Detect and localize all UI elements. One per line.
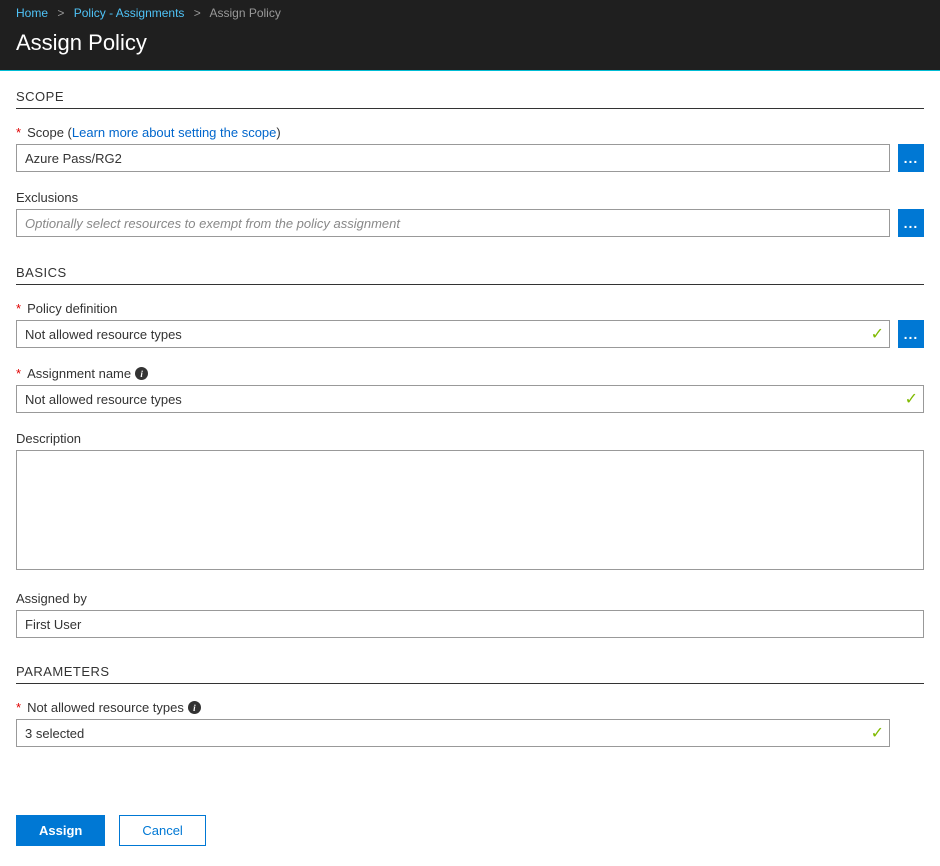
section-header-parameters: PARAMETERS	[16, 664, 924, 684]
breadcrumb-separator: >	[57, 6, 64, 20]
policy-definition-label: * Policy definition	[16, 301, 924, 316]
scope-input[interactable]	[16, 144, 890, 172]
exclusions-label: Exclusions	[16, 190, 924, 205]
assigned-by-label: Assigned by	[16, 591, 924, 606]
breadcrumb-current: Assign Policy	[209, 6, 280, 20]
exclusions-input[interactable]	[16, 209, 890, 237]
page-title: Assign Policy	[0, 26, 940, 70]
scope-label: * Scope (Learn more about setting the sc…	[16, 125, 924, 140]
not-allowed-types-input[interactable]	[16, 719, 890, 747]
required-indicator: *	[16, 301, 21, 316]
breadcrumb-separator: >	[194, 6, 201, 20]
assign-button[interactable]: Assign	[16, 815, 105, 846]
section-header-basics: BASICS	[16, 265, 924, 285]
scope-learn-more-link[interactable]: Learn more about setting the scope	[72, 125, 277, 140]
description-label: Description	[16, 431, 924, 446]
exclusions-picker-button[interactable]: ...	[898, 209, 924, 237]
assigned-by-input[interactable]	[16, 610, 924, 638]
breadcrumb: Home > Policy - Assignments > Assign Pol…	[0, 0, 940, 26]
breadcrumb-policy-assignments[interactable]: Policy - Assignments	[74, 6, 185, 20]
info-icon[interactable]: i	[188, 701, 201, 714]
description-textarea[interactable]	[16, 450, 924, 570]
section-header-scope: SCOPE	[16, 89, 924, 109]
policy-definition-picker-button[interactable]: ...	[898, 320, 924, 348]
policy-definition-input[interactable]	[16, 320, 890, 348]
required-indicator: *	[16, 125, 21, 140]
cancel-button[interactable]: Cancel	[119, 815, 205, 846]
not-allowed-types-label: * Not allowed resource types i	[16, 700, 924, 715]
assignment-name-input[interactable]	[16, 385, 924, 413]
required-indicator: *	[16, 700, 21, 715]
header-bar: Home > Policy - Assignments > Assign Pol…	[0, 0, 940, 71]
info-icon[interactable]: i	[135, 367, 148, 380]
breadcrumb-home[interactable]: Home	[16, 6, 48, 20]
required-indicator: *	[16, 366, 21, 381]
scope-picker-button[interactable]: ...	[898, 144, 924, 172]
assignment-name-label: * Assignment name i	[16, 366, 924, 381]
